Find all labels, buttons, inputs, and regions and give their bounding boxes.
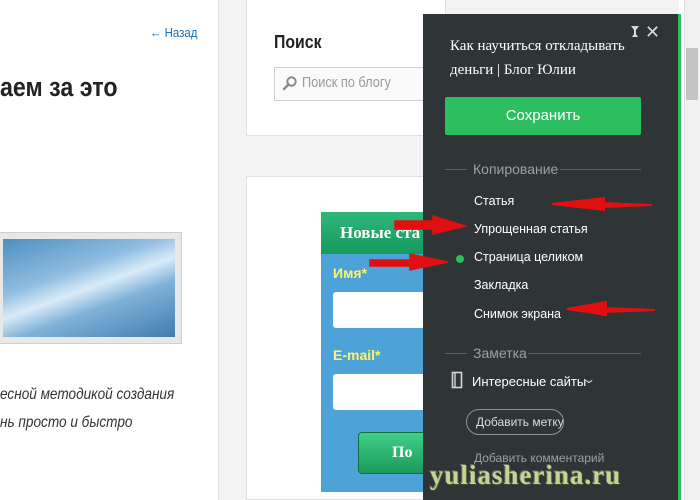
selected-indicator	[456, 255, 464, 263]
name-label: Имя*	[333, 265, 368, 281]
section-divider	[445, 169, 467, 170]
search-widget-title: Поиск	[274, 32, 322, 52]
pin-icon[interactable]	[629, 25, 641, 39]
clip-option-bookmark[interactable]: Закладка	[474, 278, 528, 292]
article-excerpt-line: нь просто и быстро	[0, 414, 133, 431]
search-placeholder: Поиск по блогу	[302, 74, 391, 91]
chevron-down-icon[interactable]: ⌄	[582, 372, 596, 386]
sky-picture	[3, 239, 175, 337]
clip-title-line: деньги | Блог Юлии	[450, 62, 576, 78]
add-tag-label: Добавить метку	[476, 415, 564, 429]
clip-option-simplified[interactable]: Упрощенная статья	[474, 222, 588, 236]
close-icon[interactable]: ✕	[645, 23, 660, 41]
back-link[interactable]: ← Назад	[150, 25, 197, 40]
notebook-icon	[451, 371, 463, 389]
notebook-selector[interactable]: Интересные сайты	[472, 374, 586, 389]
clip-option-full-page[interactable]: Страница целиком	[474, 250, 583, 264]
article-excerpt-line: есной методикой создания	[0, 386, 175, 403]
clipper-accent-bar	[678, 14, 681, 500]
search-icon	[282, 76, 297, 91]
article-image	[0, 232, 182, 344]
section-divider	[528, 353, 641, 354]
watermark: yuliasherina.ru	[430, 460, 622, 490]
section-divider	[560, 169, 641, 170]
section-divider	[445, 353, 467, 354]
save-button-label: Сохранить	[505, 107, 581, 124]
article-heading: аем за это	[0, 72, 118, 102]
page-scroll-thumb[interactable]	[686, 48, 698, 100]
subscribe-submit-label: По	[392, 444, 413, 461]
subscribe-form-title: Новые ста	[340, 223, 421, 242]
email-label: E-mail*	[333, 347, 381, 363]
clip-title-line: Как научиться откладывать	[450, 38, 625, 54]
clip-option-article[interactable]: Статья	[474, 194, 514, 208]
clip-title[interactable]: Как научиться откладывать деньги | Блог …	[450, 34, 630, 82]
note-section-title: Заметка	[473, 345, 527, 361]
clip-option-screenshot[interactable]: Снимок экрана	[474, 307, 561, 321]
copy-section-title: Копирование	[473, 161, 559, 177]
